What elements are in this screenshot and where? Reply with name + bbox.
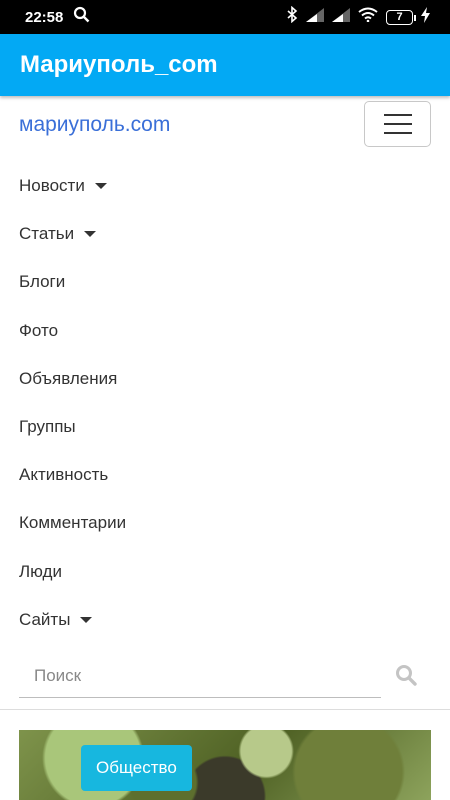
nav-item-comments[interactable]: Комментарии bbox=[0, 499, 450, 547]
featured-article-image[interactable]: Общество bbox=[19, 730, 431, 800]
nav-item-label: Объявления bbox=[19, 368, 118, 388]
hamburger-icon bbox=[383, 123, 412, 125]
nav-item-label: Активность bbox=[19, 465, 109, 485]
hamburger-icon bbox=[383, 114, 412, 116]
nav-item-sites[interactable]: Сайты bbox=[0, 596, 450, 644]
nav-item-label: Сайты bbox=[19, 609, 71, 629]
nav-item-label: Фото bbox=[19, 320, 59, 340]
app-bar: Мариуполь_com bbox=[0, 34, 450, 96]
site-navbar: мариуполь.com bbox=[0, 100, 450, 150]
bluetooth-icon bbox=[286, 5, 298, 28]
search-form bbox=[19, 654, 431, 698]
search-icon bbox=[73, 6, 90, 28]
signal-icon bbox=[332, 7, 350, 27]
nav-item-groups[interactable]: Группы bbox=[0, 403, 450, 451]
nav-item-label: Новости bbox=[19, 176, 85, 196]
search-icon[interactable] bbox=[395, 664, 417, 686]
nav-item-label: Люди bbox=[19, 561, 62, 581]
nav-item-label: Статьи bbox=[19, 224, 75, 244]
nav-item-people[interactable]: Люди bbox=[0, 548, 450, 596]
nav-item-articles[interactable]: Статьи bbox=[0, 210, 450, 258]
divider bbox=[0, 709, 450, 710]
nav-item-label: Группы bbox=[19, 417, 76, 437]
nav-item-activity[interactable]: Активность bbox=[0, 451, 450, 499]
caret-down-icon bbox=[94, 183, 107, 190]
status-time: 22:58 bbox=[25, 8, 64, 26]
nav-item-label: Блоги bbox=[19, 272, 66, 292]
charging-icon bbox=[421, 6, 430, 28]
search-input[interactable] bbox=[19, 654, 381, 698]
nav-item-blogs[interactable]: Блоги bbox=[0, 258, 450, 306]
site-brand-link[interactable]: мариуполь.com bbox=[19, 113, 170, 137]
status-bar: 22:58 7 bbox=[0, 0, 450, 34]
caret-down-icon bbox=[84, 231, 97, 238]
hamburger-icon bbox=[383, 132, 412, 134]
nav-menu: Новости Статьи Блоги Фото Объявления Гру… bbox=[0, 162, 450, 644]
app-title: Мариуполь_com bbox=[20, 51, 218, 78]
caret-down-icon bbox=[80, 616, 93, 623]
category-badge[interactable]: Общество bbox=[81, 745, 192, 791]
battery-icon: 7 bbox=[386, 9, 416, 25]
nav-item-label: Комментарии bbox=[19, 513, 127, 533]
wifi-icon bbox=[358, 7, 378, 27]
signal-icon bbox=[306, 7, 324, 27]
nav-item-news[interactable]: Новости bbox=[0, 162, 450, 210]
nav-item-ads[interactable]: Объявления bbox=[0, 355, 450, 403]
menu-toggle-button[interactable] bbox=[364, 101, 431, 147]
nav-item-photo[interactable]: Фото bbox=[0, 307, 450, 355]
